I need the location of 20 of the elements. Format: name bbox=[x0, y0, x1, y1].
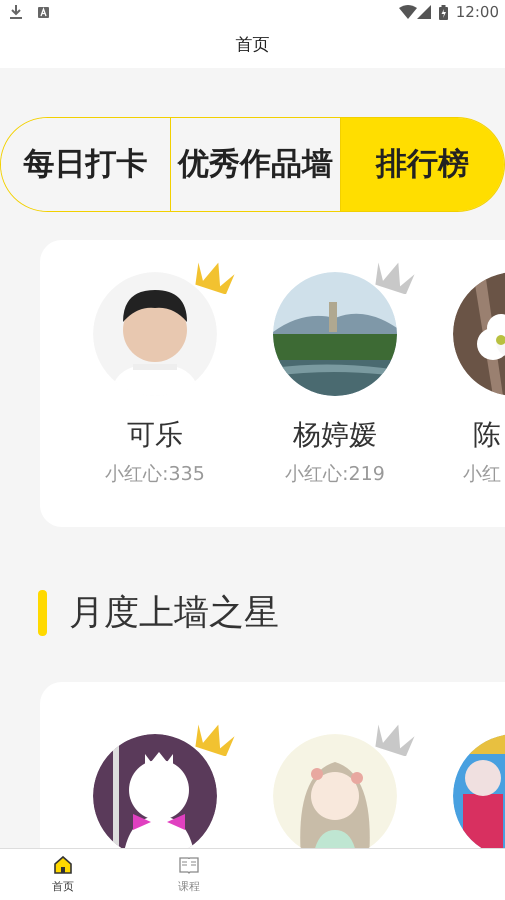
battery-icon bbox=[438, 4, 448, 20]
section-marker bbox=[38, 590, 47, 636]
heart-count: 小红心:335 bbox=[105, 462, 205, 487]
heart-count: 小红 bbox=[463, 462, 501, 487]
heart-count: 小红心:219 bbox=[285, 462, 385, 487]
section-title: 月度上墙之星 bbox=[69, 592, 279, 635]
signal-icon bbox=[416, 5, 431, 19]
download-icon bbox=[10, 5, 22, 19]
nav-tab[interactable]: 首页 bbox=[0, 849, 126, 900]
nav-tab[interactable]: 课程 bbox=[126, 849, 252, 900]
member-name: 杨婷媛 bbox=[293, 418, 377, 452]
tab[interactable]: 排行榜 bbox=[340, 118, 504, 211]
wifi-icon bbox=[398, 5, 417, 19]
app-icon bbox=[38, 6, 49, 18]
book-icon bbox=[179, 855, 199, 875]
home-icon bbox=[53, 855, 73, 875]
status-time: 12:00 bbox=[456, 2, 499, 23]
page-title: 首页 bbox=[236, 34, 270, 58]
member-name: 可乐 bbox=[127, 418, 183, 452]
member-name: 陈 bbox=[473, 418, 501, 452]
